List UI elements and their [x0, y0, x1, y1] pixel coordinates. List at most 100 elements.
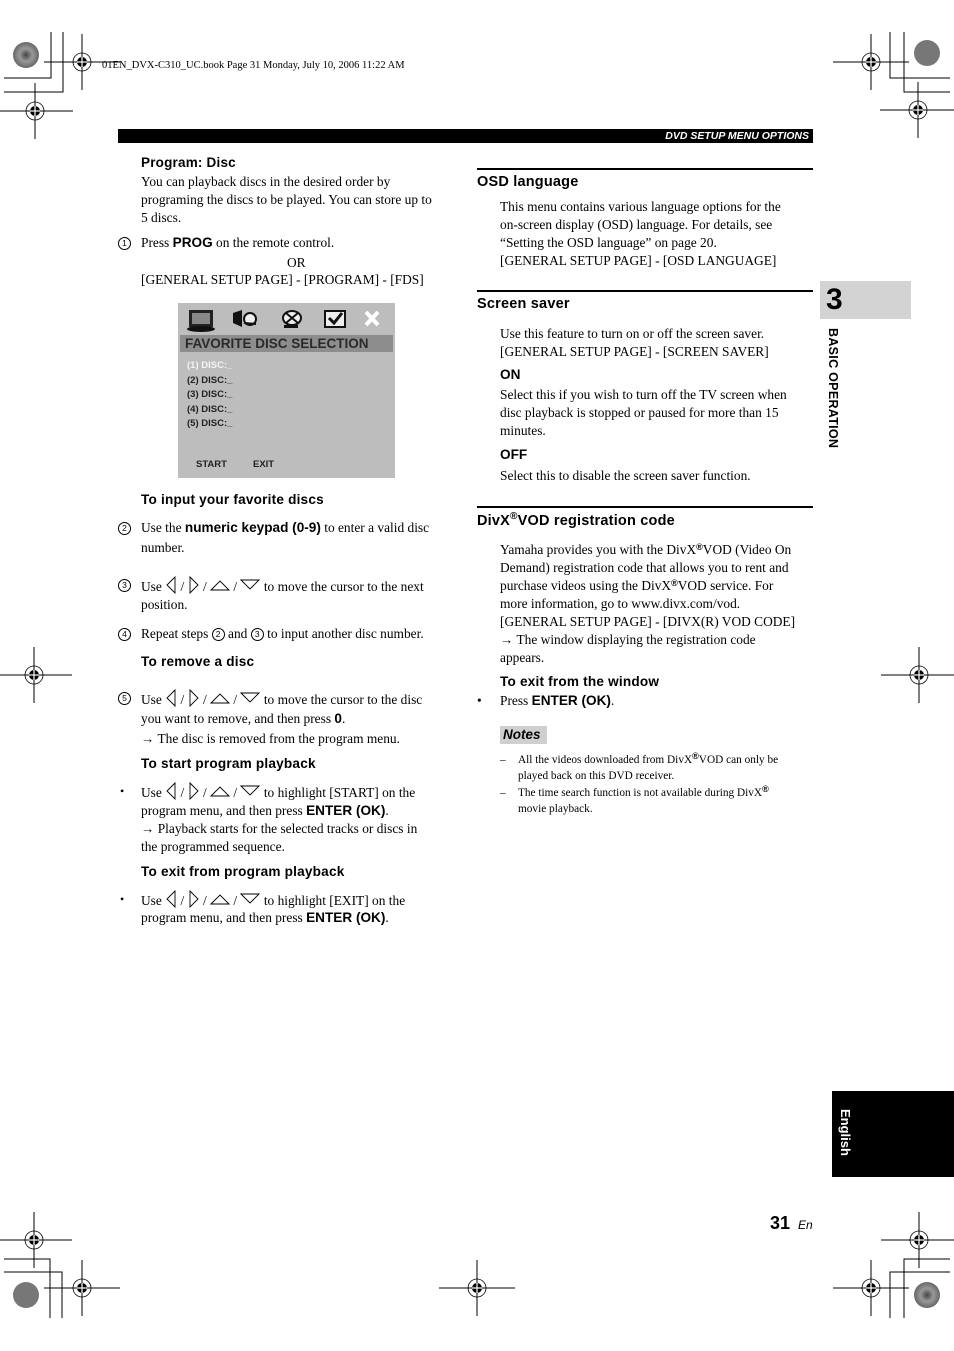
text-line: “Setting the OSD language” on page 20. [500, 235, 717, 250]
step-2: 2 Use the numeric keypad (0-9) to enter … [118, 519, 478, 555]
direction-keys: / / / [165, 782, 261, 800]
page-number: 31 [770, 1213, 791, 1233]
or-text: OR [287, 255, 306, 270]
text-line: played back on this DVD receiver. [518, 770, 675, 782]
note-item: The time search function is not availabl… [518, 785, 769, 817]
text-line: You can playback discs in the desired or… [141, 174, 391, 189]
chapter-label: BASIC OPERATION [826, 328, 840, 449]
text: Use [141, 785, 162, 800]
text-line: program menu, and then press ENTER (OK). [141, 909, 389, 927]
step-number: 5 [118, 692, 131, 705]
section-divider [477, 290, 813, 292]
print-info: 01EN_DVX-C310_UC.book Page 31 Monday, Ju… [102, 60, 405, 71]
text: to highlight [START] on the [263, 785, 416, 800]
text: Press [500, 693, 532, 708]
tv-icon [187, 310, 215, 332]
start-playback-heading: To start program playback [141, 756, 316, 771]
note-dash: – [500, 787, 506, 799]
left-arrow-icon [166, 890, 176, 908]
text: Use [141, 893, 162, 908]
text-line: you want to remove, and then press 0. [141, 710, 345, 728]
divx-body: Yamaha provides you with the DivX®VOD (V… [500, 541, 795, 667]
up-arrow-icon [210, 894, 231, 905]
osd-language-heading: OSD language [477, 174, 579, 190]
step-number: 1 [118, 237, 131, 250]
favorite-disc-selection-screen: FAVORITE DISC SELECTION (1) DISC:_ (2) D… [178, 303, 395, 478]
text-line: Demand) registration code that allows yo… [500, 560, 789, 575]
text: . [610, 693, 615, 708]
up-arrow-icon [210, 693, 231, 704]
left-arrow-icon [166, 689, 176, 707]
registration-mark-icon [43, 1259, 121, 1317]
disc-icon [282, 310, 302, 328]
section-header-bar: DVD SETUP MENU OPTIONS [118, 129, 813, 143]
text: . [385, 910, 389, 925]
gray-target-icon [914, 40, 940, 66]
down-arrow-icon [240, 579, 261, 590]
step-number: 3 [118, 579, 131, 592]
right-arrow-icon [189, 782, 199, 800]
bullet: • [120, 784, 125, 798]
text-line: on-screen display (OSD) language. For de… [500, 217, 773, 232]
key-name: ENTER (OK) [306, 803, 386, 818]
text: program menu, and then press [141, 803, 307, 818]
exit-playback-heading: To exit from program playback [141, 864, 345, 879]
osd-language-body: This menu contains various language opti… [500, 198, 781, 270]
step-reference: 3 [250, 628, 264, 641]
registration-mark-icon [0, 1211, 73, 1269]
up-arrow-icon [210, 580, 231, 591]
exit-window-heading: To exit from the window [500, 674, 660, 689]
text: on the remote control. [212, 235, 335, 250]
osd-start-button: START [196, 459, 227, 470]
on-option-label: ON [500, 367, 521, 382]
section-title: DVD SETUP MENU OPTIONS [665, 130, 809, 142]
text: program menu, and then press [141, 910, 307, 925]
chapter-number: 3 [826, 283, 843, 316]
text-line: This menu contains various language opti… [500, 199, 781, 214]
text-line: minutes. [500, 423, 546, 438]
down-arrow-icon [240, 785, 261, 796]
step-3: 3 Use / / / to move the cursor to the ne… [118, 576, 478, 612]
menu-path: [GENERAL SETUP PAGE] - [PROGRAM] - [FDS] [141, 272, 424, 287]
program-disc-intro: You can playback discs in the desired or… [141, 173, 432, 227]
result-text: the programmed sequence. [141, 839, 285, 854]
text: Repeat steps [141, 626, 209, 641]
registration-mark-icon [0, 646, 73, 704]
text: Press [141, 235, 173, 250]
osd-disc-slot: (5) DISC:_ [187, 418, 233, 429]
text-line: Use this feature to turn on or off the s… [500, 326, 765, 341]
text-line: more information, go to www.divx.com/vod… [500, 596, 741, 611]
registered-mark: ® [510, 511, 518, 522]
text: to highlight [EXIT] on the [263, 893, 406, 908]
direction-keys: / / / [165, 576, 261, 594]
step-4: 4 Repeat steps 2 and 3 to input another … [118, 625, 478, 643]
step-number: 2 [118, 522, 131, 535]
text-line: Yamaha provides you with the DivX®VOD (V… [500, 541, 795, 559]
text: to move the cursor to the disc [263, 692, 423, 707]
osd-disc-slot: (4) DISC:_ [187, 404, 233, 415]
registered-mark: ® [696, 542, 703, 552]
registration-mark-icon [438, 1259, 516, 1317]
text: Yamaha provides you with the DivX [500, 542, 697, 557]
text-line: program menu, and then press ENTER (OK). [141, 802, 389, 820]
text: to enter a valid disc [320, 520, 430, 535]
text-line: [GENERAL SETUP PAGE] - [OSD LANGUAGE] [500, 253, 777, 268]
registration-mark-icon [880, 646, 954, 704]
text: All the videos downloaded from DivX [518, 754, 693, 766]
down-arrow-icon [240, 893, 261, 904]
text: . [385, 803, 389, 818]
check-icon [324, 310, 346, 328]
screen-saver-body: Use this feature to turn on or off the s… [500, 325, 769, 361]
left-arrow-icon [166, 782, 176, 800]
registration-mark-icon [879, 81, 954, 139]
section-divider [477, 168, 813, 170]
chapter-tab: 3 [820, 281, 911, 319]
text: purchase videos using the DivX [500, 578, 672, 593]
text: The time search function is not availabl… [518, 787, 763, 799]
text: VOD service. For [677, 578, 774, 593]
language-tab: English [832, 1091, 954, 1177]
registered-mark: ® [762, 784, 769, 794]
off-option-label: OFF [500, 447, 528, 462]
text-line: purchase videos using the DivX®VOD servi… [500, 577, 795, 595]
text-line: programing the discs to be played. You c… [141, 192, 432, 207]
